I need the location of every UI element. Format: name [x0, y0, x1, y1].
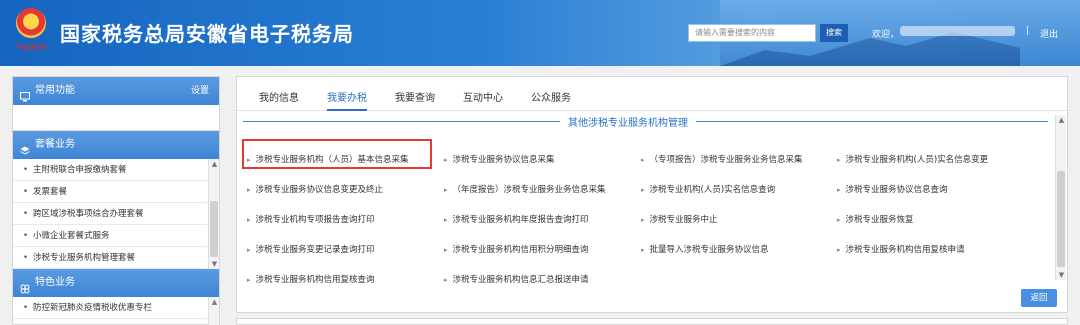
- scroll-down-icon[interactable]: ▼: [1056, 270, 1067, 280]
- tab-my-info[interactable]: 我的信息: [259, 89, 299, 104]
- sidebar-item[interactable]: 发票套餐: [13, 181, 207, 203]
- tab-interaction[interactable]: 互动中心: [463, 89, 503, 104]
- sidebar-item[interactable]: 小微企业套餐式服务: [13, 225, 207, 247]
- sidebar-feature-header[interactable]: 特色业务: [13, 269, 219, 297]
- return-button[interactable]: 返回: [1021, 289, 1057, 307]
- tab-do-tax[interactable]: 我要办税: [327, 89, 367, 111]
- tab-public-service[interactable]: 公众服务: [531, 89, 571, 104]
- feature-icon: [20, 278, 30, 294]
- sidebar-feature-label: 特色业务: [35, 277, 75, 288]
- service-link[interactable]: 涉税专业服务恢复: [837, 213, 914, 225]
- scroll-up-icon[interactable]: ▲: [209, 159, 220, 169]
- service-link[interactable]: 涉税专业服务机构年度报告查询打印: [444, 213, 589, 225]
- service-link[interactable]: 涉税专业服务机构信用复核申请: [837, 243, 965, 255]
- service-link[interactable]: 批量导入涉税专业服务协议信息: [641, 243, 769, 255]
- service-link[interactable]: 涉税专业服务中止: [641, 213, 718, 225]
- service-link[interactable]: 涉税专业服务协议信息采集: [444, 153, 555, 165]
- sidebar-item[interactable]: 主附税联合申报缴纳套餐: [13, 159, 207, 181]
- sidebar-package-header[interactable]: 套餐业务: [13, 131, 219, 159]
- sidebar: 常用功能 设置 套餐业务 主附税联合申报缴纳套餐 发票套餐 跨区域涉税事项综合办…: [12, 76, 220, 325]
- lower-panel: [236, 318, 1068, 325]
- service-link[interactable]: 涉税专业机构(人员)实名信息查询: [641, 183, 776, 195]
- package-list: 主附税联合申报缴纳套餐 发票套餐 跨区域涉税事项综合办理套餐 小微企业套餐式服务…: [13, 159, 219, 269]
- service-link[interactable]: 涉税专业服务机构(人员)实名信息变更: [837, 153, 989, 165]
- sidebar-scrollbar[interactable]: ▲ ▼: [208, 159, 219, 269]
- monitor-icon: [20, 86, 30, 102]
- sidebar-item[interactable]: 涉税专业服务机构管理套餐: [13, 247, 207, 269]
- service-link[interactable]: 涉税专业服务协议信息查询: [837, 183, 948, 195]
- scroll-up-icon[interactable]: ▲: [1056, 115, 1067, 125]
- service-link[interactable]: 涉税专业服务机构信用复核查询: [247, 273, 375, 285]
- masked-username: [900, 26, 1015, 36]
- scroll-up-icon[interactable]: ▲: [209, 297, 220, 307]
- search-input[interactable]: 请输入需要搜索的内容: [688, 24, 816, 42]
- layers-icon: [20, 140, 30, 155]
- scroll-down-icon[interactable]: ▼: [209, 259, 220, 269]
- service-link[interactable]: （专项报告）涉税专业服务业务信息采集: [641, 153, 803, 165]
- welcome-text: 欢迎，: [872, 30, 900, 40]
- logout-link[interactable]: 退出: [1040, 27, 1058, 40]
- feature-list: 防控新冠肺炎疫情税收优惠专栏 ▲: [13, 297, 219, 325]
- sidebar-scrollbar-2[interactable]: ▲: [208, 297, 219, 325]
- sidebar-item[interactable]: 防控新冠肺炎疫情税收优惠专栏: [13, 297, 207, 319]
- sidebar-common-header[interactable]: 常用功能 设置: [13, 77, 219, 105]
- scroll-thumb[interactable]: [1057, 171, 1065, 267]
- separator: |: [1026, 26, 1030, 36]
- section-title: 其他涉税专业服务机构管理: [560, 114, 696, 129]
- service-link[interactable]: 涉税专业机构专项报告查询打印: [247, 213, 375, 225]
- search-button[interactable]: 搜索: [820, 24, 848, 42]
- service-link[interactable]: 涉税专业服务机构信息汇总报送申请: [444, 273, 589, 285]
- sidebar-package-label: 套餐业务: [35, 139, 75, 150]
- tab-query[interactable]: 我要查询: [395, 89, 435, 104]
- main-scrollbar[interactable]: ▲ ▼: [1055, 115, 1066, 280]
- tab-bar: 我的信息 我要办税 我要查询 互动中心 公众服务: [237, 77, 1067, 111]
- service-link[interactable]: 涉税专业服务变更记录查询打印: [247, 243, 375, 255]
- sidebar-common-label: 常用功能: [35, 85, 75, 96]
- service-link[interactable]: 涉税专业服务协议信息变更及终止: [247, 183, 384, 195]
- main-panel: 我的信息 我要办税 我要查询 互动中心 公众服务 其他涉税专业服务机构管理 涉税…: [236, 76, 1068, 313]
- service-link[interactable]: 涉税专业服务机构信用积分明细查询: [444, 243, 589, 255]
- settings-link[interactable]: 设置: [191, 77, 209, 105]
- tax-seal-logo: 中国税务: [14, 43, 46, 52]
- top-banner: 中国税务 国家税务总局安徽省电子税务局 请输入需要搜索的内容 搜索 欢迎， | …: [0, 0, 1080, 66]
- site-title: 国家税务总局安徽省电子税务局: [60, 22, 354, 46]
- tax-emblem-icon: [16, 8, 46, 38]
- sidebar-item[interactable]: 跨区域涉税事项综合办理套餐: [13, 203, 207, 225]
- service-link[interactable]: 涉税专业服务机构（人员）基本信息采集: [247, 153, 409, 165]
- service-link[interactable]: （年度报告）涉税专业服务业务信息采集: [444, 183, 606, 195]
- scroll-thumb[interactable]: [210, 201, 218, 257]
